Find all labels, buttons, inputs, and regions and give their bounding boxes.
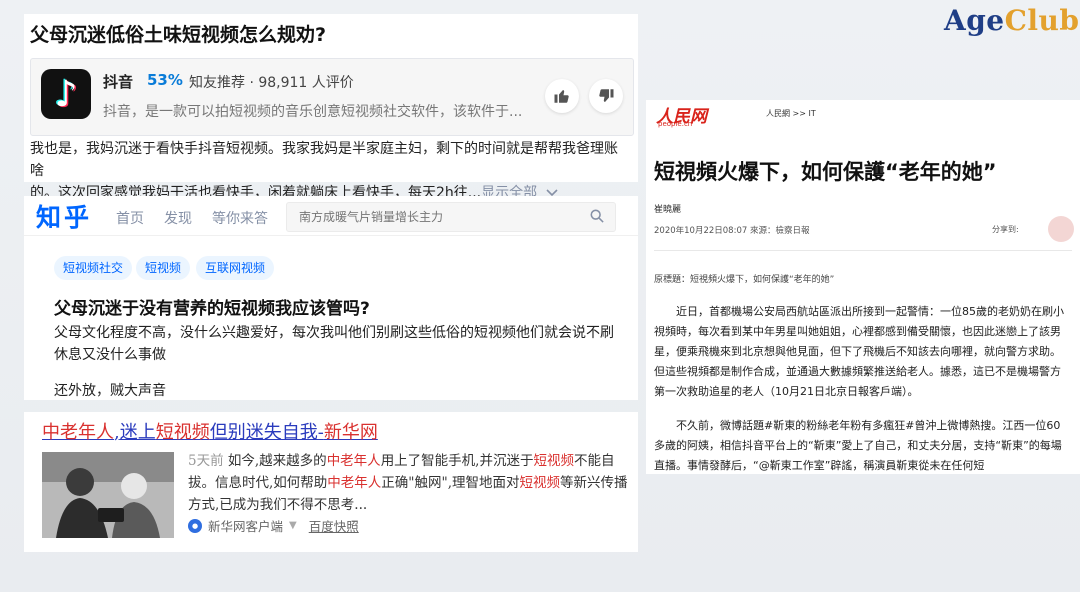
recommend-text: 知友推荐 · 98,911 人评价 xyxy=(189,75,354,91)
topic-tag[interactable]: 短视频 xyxy=(136,256,191,280)
result-source: ● 新华网客户端 ▼ 百度快照 xyxy=(188,516,359,535)
nav-home[interactable]: 首页 xyxy=(116,208,144,228)
article-panel: 人民网 people.cn 人民網 >> IT 短視頻火爆下，如何保護“老年的她… xyxy=(646,100,1080,474)
share-icon[interactable] xyxy=(1048,216,1074,242)
divider xyxy=(654,250,1072,251)
original-title: 原標題：短視頻火爆下，如何保護“老年的她” xyxy=(654,275,835,285)
thumbs-up-icon xyxy=(554,90,569,103)
caret-down-icon[interactable]: ▼ xyxy=(289,520,297,531)
answer-excerpt: 我也是，我妈沉迷于看快手抖音短视频。我家我妈是半家庭主妇，剩下的时间就是帮帮我爸… xyxy=(30,141,618,201)
result-title-link[interactable]: 中老年人,迷上短视频但别迷失自我-新华网 xyxy=(42,418,378,444)
breadcrumb[interactable]: 人民網 >> IT xyxy=(766,108,816,119)
thumbs-up-button[interactable] xyxy=(545,79,579,113)
question-title[interactable]: 父母沉迷低俗土味短视频怎么规劝? xyxy=(30,20,326,47)
app-name: 抖音 xyxy=(103,73,134,91)
thumbs-down-button[interactable] xyxy=(589,79,623,113)
result-thumbnail[interactable] xyxy=(42,452,174,538)
zhihu-panel: 知乎 首页 发现 等你来答 短视频社交 短视频 互联网视频 父母沉迷于没有营养的… xyxy=(24,196,638,400)
search-input[interactable] xyxy=(286,202,616,232)
share-label: 分享到: xyxy=(992,225,1019,234)
topic-tag[interactable]: 互联网视频 xyxy=(196,256,275,280)
zhihu-logo[interactable]: 知乎 xyxy=(36,198,92,234)
question-tail: 还外放，贼大声音 xyxy=(54,383,166,399)
question-title[interactable]: 父母沉迷于没有营养的短视频我应该管吗? xyxy=(54,294,370,319)
question-body: 父母文化程度不高，没什么兴趣爱好，每次我叫他们别刷这些低俗的短视频他们就会说不刷… xyxy=(54,325,614,363)
article-author: 崔曉麗 xyxy=(654,205,682,215)
zhihu-top-bar: 知乎 首页 发现 等你来答 xyxy=(24,196,638,236)
ageclub-logo: AgeClub xyxy=(944,4,1080,37)
nav-waiting-answers[interactable]: 等你来答 xyxy=(212,208,268,228)
recommend-percent: 53% xyxy=(147,71,183,89)
topic-tag[interactable]: 短视频社交 xyxy=(54,256,133,280)
cache-link[interactable]: 百度快照 xyxy=(309,516,359,535)
source-name: 新华网客户端 xyxy=(208,519,284,534)
nav-discover[interactable]: 发现 xyxy=(164,208,192,228)
search-result-panel: 中老年人,迷上短视频但别迷失自我-新华网 5天前 如今,越来越多的中老年人用上了… xyxy=(24,412,638,552)
article-meta: 2020年10月22日08:07 來源：檢察日報 xyxy=(654,226,810,236)
article-paragraph: 近日，首都機場公安局西航站區派出所接到一起警情：一位85歲的老奶奶在刷小視頻時，… xyxy=(654,305,1064,398)
result-snippet: 5天前 如今,越来越多的中老年人用上了智能手机,并沉迷于短视频不能自拔。信息时代… xyxy=(188,453,628,513)
article-paragraph: 不久前，微博話題#靳東的粉絲老年粉有多瘋狂#曾沖上微博熱搜。江西一位60多歲的阿… xyxy=(654,419,1062,472)
tiktok-note-icon: ♪ ♪ ♪ xyxy=(41,69,91,119)
qa-panel: 父母沉迷低俗土味短视频怎么规劝? ♪ ♪ ♪ 抖音 53% 知友推荐 · 98,91… xyxy=(24,14,638,201)
thumbs-down-icon xyxy=(599,89,614,102)
article-headline: 短視頻火爆下，如何保護“老年的她” xyxy=(654,160,997,184)
xinhua-app-icon: ● xyxy=(188,518,202,533)
search-icon[interactable] xyxy=(590,209,604,223)
app-card[interactable]: ♪ ♪ ♪ 抖音 53% 知友推荐 · 98,911 人评价 抖音，是一款可以拍短视… xyxy=(30,58,634,136)
people-logo-sub: people.cn xyxy=(658,120,693,128)
app-description: 抖音，是一款可以拍短视频的音乐创意短视频社交软件，该软件于... xyxy=(103,104,523,120)
